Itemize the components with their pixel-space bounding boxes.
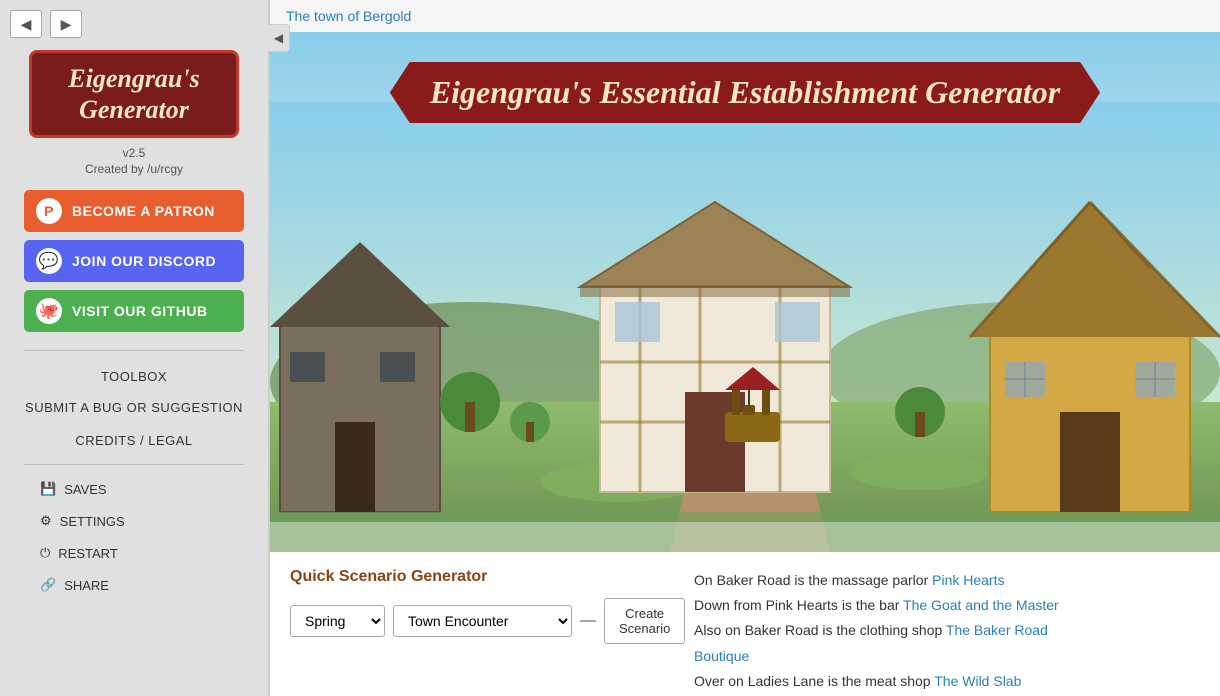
patreon-icon: P	[36, 198, 62, 224]
divider-1	[24, 350, 244, 351]
pink-hearts-link[interactable]: Pink Hearts	[932, 572, 1004, 588]
divider-2	[24, 464, 244, 465]
forward-button[interactable]: ▶	[50, 10, 82, 38]
discord-button[interactable]: 💬 JOIN OUR DISCORD	[24, 240, 244, 282]
logo-box: Eigengrau's Generator	[29, 50, 239, 138]
season-select[interactable]: Spring Summer Autumn Winter	[290, 605, 385, 637]
github-icon: 🐙	[36, 298, 62, 324]
settings-icon: ⚙	[40, 513, 52, 529]
created-by-text: Created by /u/rcgy	[85, 162, 183, 176]
goat-master-link[interactable]: The Goat and the Master	[903, 597, 1059, 613]
sidebar-collapse-button[interactable]: ◀	[268, 24, 290, 52]
restart-icon: ⏻	[40, 545, 50, 561]
saves-item[interactable]: 💾 SAVES	[24, 473, 244, 505]
settings-item[interactable]: ⚙ SETTINGS	[24, 505, 244, 537]
restart-item[interactable]: ⏻ RESTART	[24, 537, 244, 569]
menu-toolbox[interactable]: TOOLBOX	[24, 361, 244, 392]
location-item-4: Over on Ladies Lane is the meat shop The…	[694, 669, 1200, 694]
scenario-title: Quick Scenario Generator	[290, 568, 670, 586]
create-scenario-button[interactable]: Create Scenario	[604, 598, 685, 644]
hero-section: Eigengrau's Essential Establishment Gene…	[270, 32, 1220, 552]
bottom-panel: Quick Scenario Generator Spring Summer A…	[270, 552, 1220, 696]
encounter-select[interactable]: Town Encounter Wilderness Encounter Dung…	[393, 605, 572, 637]
location-list: On Baker Road is the massage parlor Pink…	[694, 568, 1200, 694]
scenario-generator: Quick Scenario Generator Spring Summer A…	[290, 568, 670, 694]
github-button[interactable]: 🐙 VISIT OUR GITHUB	[24, 290, 244, 332]
logo-text: Eigengrau's Generator	[46, 63, 222, 125]
scenario-dash: —	[580, 612, 596, 630]
wild-slab-link[interactable]: The Wild Slab	[934, 673, 1021, 689]
hero-banner: Eigengrau's Essential Establishment Gene…	[390, 62, 1100, 123]
menu-bug[interactable]: SUBMIT A BUG OR SUGGESTION	[24, 392, 244, 425]
nav-buttons: ◀ ▶	[0, 10, 82, 38]
scenario-controls: Spring Summer Autumn Winter Town Encount…	[290, 598, 670, 644]
share-item[interactable]: 🔗 SHARE	[24, 569, 244, 601]
patreon-button[interactable]: P BECOME A PATRON	[24, 190, 244, 232]
share-icon: 🔗	[40, 577, 56, 593]
location-item-3: Also on Baker Road is the clothing shop …	[694, 618, 1200, 668]
version-text: v2.5	[123, 146, 146, 160]
village-scene	[270, 102, 1220, 552]
bottom-menu: 💾 SAVES ⚙ SETTINGS ⏻ RESTART 🔗 SHARE	[24, 473, 244, 601]
discord-icon: 💬	[36, 248, 62, 274]
sidebar: ◀ ▶ Eigengrau's Generator v2.5 Created b…	[0, 0, 270, 696]
location-item-2: Down from Pink Hearts is the bar The Goa…	[694, 593, 1200, 618]
town-title: The town of Bergold	[270, 0, 1220, 32]
back-button[interactable]: ◀	[10, 10, 42, 38]
main-content: The town of Bergold Eigengrau's Essentia…	[270, 0, 1220, 696]
saves-icon: 💾	[40, 481, 56, 497]
hero-banner-text: Eigengrau's Essential Establishment Gene…	[430, 74, 1060, 111]
location-item-1: On Baker Road is the massage parlor Pink…	[694, 568, 1200, 593]
menu-credits[interactable]: CREDITS / LEGAL	[24, 425, 244, 456]
